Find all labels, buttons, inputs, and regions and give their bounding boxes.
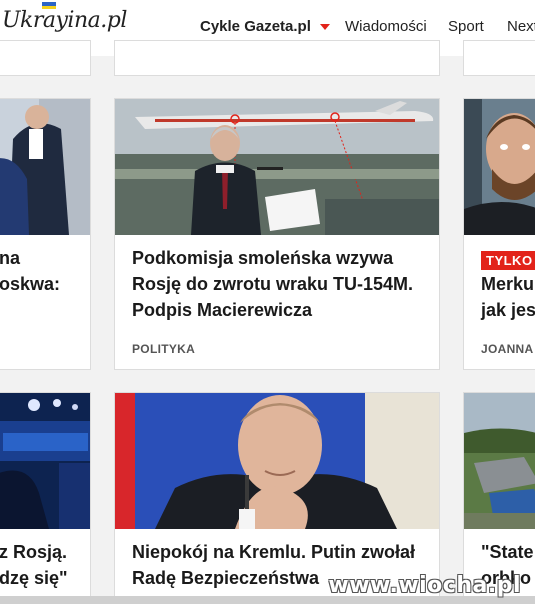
site-logo-text: Ukrayina.pl — [2, 8, 127, 33]
article-headline: z Rosją. dzę się" — [0, 542, 68, 588]
nav-item-next[interactable]: Next — [507, 18, 535, 35]
nav-item-wiadomosci[interactable]: Wiadomości — [345, 18, 427, 35]
article-card[interactable]: z Rosją. dzę się" — [0, 392, 91, 604]
article-photo — [0, 99, 90, 235]
article-card-partial[interactable] — [0, 40, 91, 76]
article-headline: Merku jak jes — [481, 274, 535, 320]
article-headline: Podkomisja smoleńska wzywa Rosję do zwro… — [132, 248, 414, 320]
article-photo — [0, 393, 90, 529]
site-logo[interactable]: Ukrayina.pl — [2, 2, 127, 33]
exclusive-badge: TYLKO — [481, 251, 535, 270]
nav-item-cykle[interactable]: Cykle Gazeta.pl — [200, 18, 311, 35]
nav-item-sport[interactable]: Sport — [448, 18, 484, 35]
article-card[interactable]: TYLKO Merku jak jes JOANNA — [463, 98, 535, 370]
article-headline: na oskwa: — [0, 248, 61, 294]
article-photo — [464, 99, 535, 235]
article-photo — [115, 99, 439, 235]
article-photo — [464, 393, 535, 529]
watermark-text: www.wiocha.pl — [328, 573, 521, 598]
article-author[interactable]: JOANNA — [481, 342, 533, 356]
article-category[interactable]: POLITYKA — [132, 342, 195, 356]
article-photo — [115, 393, 439, 529]
ukraine-flag-icon — [42, 2, 56, 9]
article-card-partial[interactable] — [114, 40, 440, 76]
article-card[interactable]: na oskwa: — [0, 98, 91, 370]
article-card-partial[interactable] — [463, 40, 535, 76]
chevron-down-icon[interactable] — [320, 24, 330, 30]
article-card[interactable]: Podkomisja smoleńska wzywa Rosję do zwro… — [114, 98, 440, 370]
